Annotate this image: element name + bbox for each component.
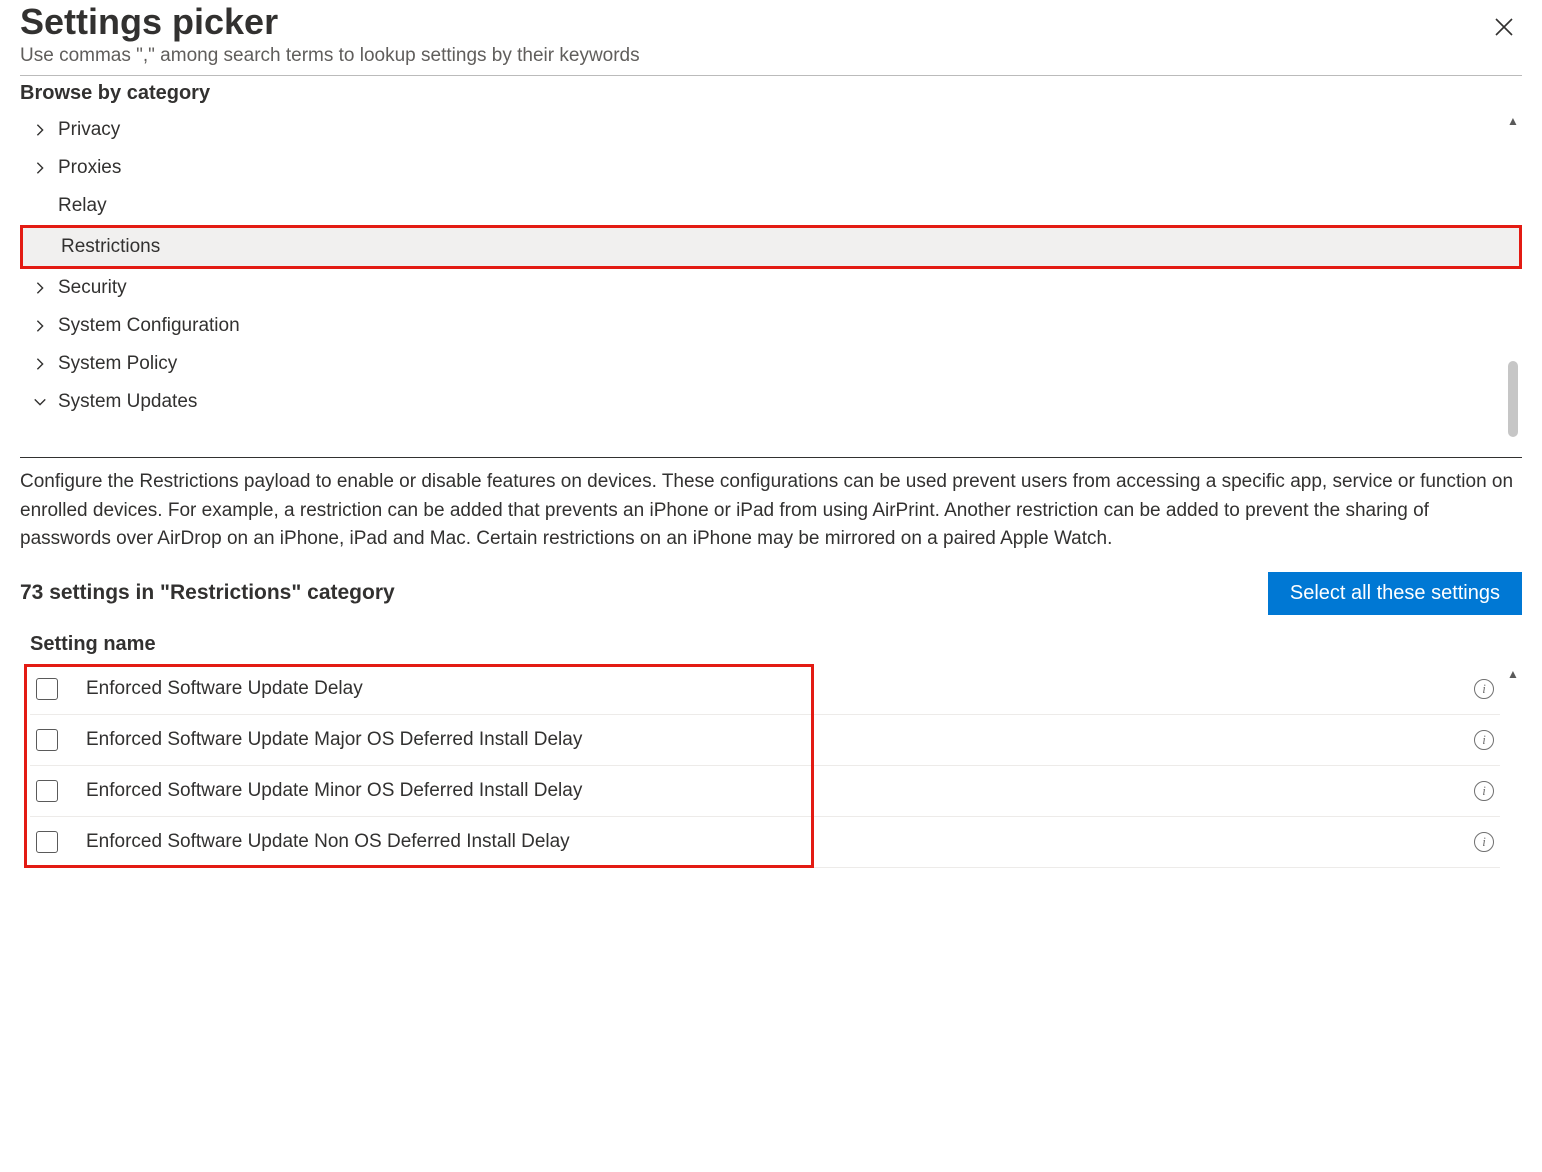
category-item-security[interactable]: Security [20, 269, 1522, 307]
category-item-privacy[interactable]: Privacy [20, 111, 1522, 149]
category-label: System Policy [54, 353, 177, 375]
setting-name-label: Enforced Software Update Delay [86, 678, 1474, 700]
info-icon[interactable]: i [1474, 679, 1494, 699]
setting-checkbox[interactable] [36, 780, 58, 802]
category-label: System Updates [54, 391, 197, 413]
setting-row[interactable]: Enforced Software Update Delayi [30, 664, 1500, 715]
chevron-right-icon[interactable] [26, 319, 54, 333]
category-item-proxies[interactable]: Proxies [20, 149, 1522, 187]
category-label: Relay [54, 195, 107, 217]
setting-name-label: Enforced Software Update Minor OS Deferr… [86, 780, 1474, 802]
settings-scrollbar[interactable]: ▲ [1504, 664, 1522, 684]
scroll-track[interactable] [1508, 131, 1518, 401]
category-item-relay[interactable]: Relay [20, 187, 1522, 225]
setting-name-label: Enforced Software Update Major OS Deferr… [86, 729, 1474, 751]
chevron-right-icon[interactable] [26, 357, 54, 371]
page-subtitle: Use commas "," among search terms to loo… [20, 45, 640, 67]
setting-checkbox[interactable] [36, 729, 58, 751]
category-label: Security [54, 277, 127, 299]
setting-row[interactable]: Enforced Software Update Minor OS Deferr… [30, 766, 1500, 817]
page-title: Settings picker [20, 0, 640, 43]
category-item-restrictions[interactable]: Restrictions [20, 225, 1522, 269]
info-icon[interactable]: i [1474, 730, 1494, 750]
category-label: Privacy [54, 119, 120, 141]
close-icon [1494, 17, 1514, 37]
category-label: System Configuration [54, 315, 240, 337]
setting-row[interactable]: Enforced Software Update Non OS Deferred… [30, 817, 1500, 868]
category-label: Restrictions [57, 236, 160, 258]
category-tree: Privacy Proxies Relay Restrictions Security S… [20, 111, 1522, 421]
chevron-down-icon[interactable] [26, 395, 54, 409]
category-label: Proxies [54, 157, 121, 179]
browse-by-category-label: Browse by category [20, 82, 1522, 105]
category-item-system-configuration[interactable]: System Configuration [20, 307, 1522, 345]
close-button[interactable] [1486, 10, 1522, 46]
chevron-right-icon[interactable] [26, 123, 54, 137]
category-description: Configure the Restrictions payload to en… [20, 468, 1522, 554]
info-icon[interactable]: i [1474, 832, 1494, 852]
select-all-button[interactable]: Select all these settings [1268, 572, 1522, 615]
setting-row[interactable]: Enforced Software Update Major OS Deferr… [30, 715, 1500, 766]
setting-checkbox[interactable] [36, 831, 58, 853]
setting-checkbox[interactable] [36, 678, 58, 700]
setting-name-label: Enforced Software Update Non OS Deferred… [86, 831, 1474, 853]
chevron-right-icon[interactable] [26, 161, 54, 175]
category-item-system-policy[interactable]: System Policy [20, 345, 1522, 383]
settings-count-text: 73 settings in "Restrictions" category [20, 581, 395, 605]
panel-header: Settings picker Use commas "," among sea… [20, 0, 1522, 75]
chevron-right-icon[interactable] [26, 281, 54, 295]
scroll-up-icon[interactable]: ▲ [1507, 111, 1519, 131]
section-divider [20, 457, 1522, 458]
info-icon[interactable]: i [1474, 781, 1494, 801]
search-divider [20, 75, 1522, 76]
category-item-system-updates[interactable]: System Updates [20, 383, 1522, 421]
scroll-thumb[interactable] [1508, 361, 1518, 437]
column-header-setting-name: Setting name [30, 633, 1522, 656]
scroll-up-icon[interactable]: ▲ [1507, 664, 1519, 684]
category-scrollbar[interactable]: ▲ ▼ [1504, 111, 1522, 421]
